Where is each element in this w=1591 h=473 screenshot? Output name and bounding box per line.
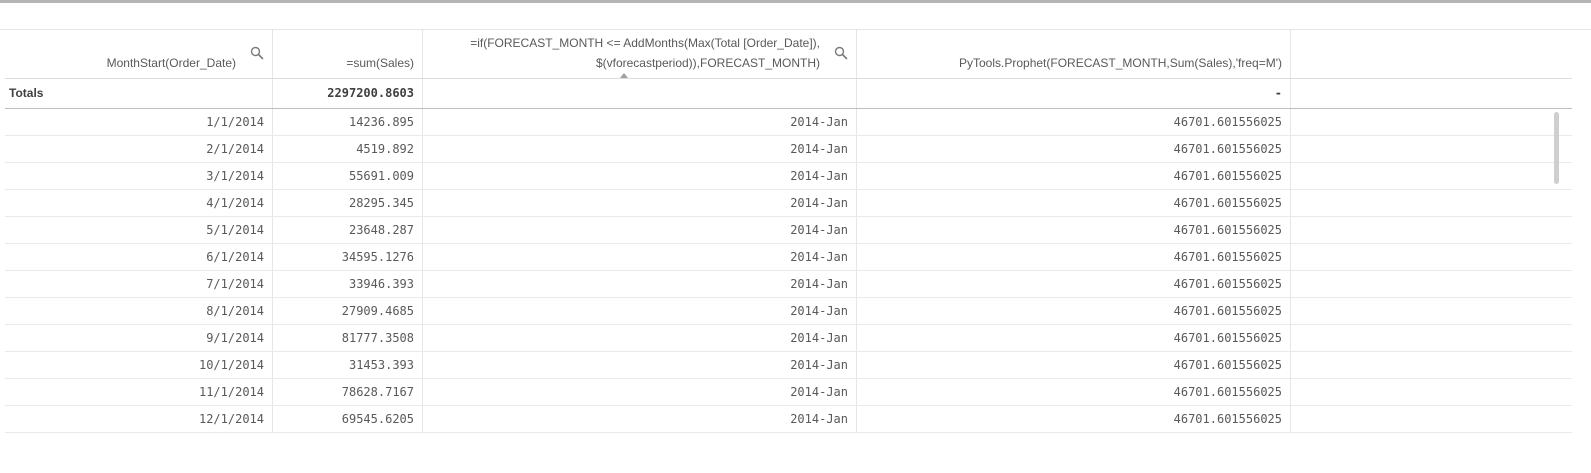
cell-prophet[interactable]: 46701.601556025 [857,244,1291,270]
cell-prophet[interactable]: 46701.601556025 [857,271,1291,297]
cell-month[interactable]: 2/1/2014 [5,136,273,162]
totals-sum-sales: 2297200.8603 [273,79,423,108]
column-header-monthstart[interactable]: MonthStart(Order_Date) [5,30,273,78]
cell-month[interactable]: 1/1/2014 [5,109,273,135]
cell-empty [1291,163,1572,189]
cell-empty [1291,136,1572,162]
cell-sales[interactable]: 27909.4685 [273,298,423,324]
totals-row: Totals 2297200.8603 - [5,79,1572,109]
cell-prophet[interactable]: 46701.601556025 [857,298,1291,324]
table-row[interactable]: 5/1/2014 23648.287 2014-Jan 46701.601556… [5,217,1572,244]
totals-label: Totals [5,79,273,108]
cell-sales[interactable]: 69545.6205 [273,406,423,432]
cell-forecast-month[interactable]: 2014-Jan [423,379,857,405]
column-header-empty [1291,30,1572,78]
column-header-label-line2: $(vforecastperiod)),FORECAST_MONTH) [595,56,820,70]
table-row[interactable]: 10/1/2014 31453.393 2014-Jan 46701.60155… [5,352,1572,379]
cell-sales[interactable]: 14236.895 [273,109,423,135]
cell-month[interactable]: 7/1/2014 [5,271,273,297]
column-header-sum-sales[interactable]: =sum(Sales) [273,30,423,78]
cell-empty [1291,190,1572,216]
cell-forecast-month[interactable]: 2014-Jan [423,163,857,189]
table-row[interactable]: 2/1/2014 4519.892 2014-Jan 46701.6015560… [5,136,1572,163]
cell-sales[interactable]: 4519.892 [273,136,423,162]
cell-sales[interactable]: 31453.393 [273,352,423,378]
cell-month[interactable]: 12/1/2014 [5,406,273,432]
cell-empty [1291,325,1572,351]
cell-month[interactable]: 9/1/2014 [5,325,273,351]
cell-month[interactable]: 5/1/2014 [5,217,273,243]
cell-forecast-month[interactable]: 2014-Jan [423,244,857,270]
cell-prophet[interactable]: 46701.601556025 [857,406,1291,432]
cell-prophet[interactable]: 46701.601556025 [857,163,1291,189]
table-row[interactable]: 8/1/2014 27909.4685 2014-Jan 46701.60155… [5,298,1572,325]
cell-forecast-month[interactable]: 2014-Jan [423,406,857,432]
column-header-label: MonthStart(Order_Date) [106,56,236,70]
cell-sales[interactable]: 78628.7167 [273,379,423,405]
cell-forecast-month[interactable]: 2014-Jan [423,136,857,162]
cell-sales[interactable]: 33946.393 [273,271,423,297]
cell-forecast-month[interactable]: 2014-Jan [423,109,857,135]
cell-month[interactable]: 4/1/2014 [5,190,273,216]
cell-month[interactable]: 8/1/2014 [5,298,273,324]
top-border-bar [0,0,1591,3]
cell-prophet[interactable]: 46701.601556025 [857,352,1291,378]
cell-prophet[interactable]: 46701.601556025 [857,109,1291,135]
cell-forecast-month[interactable]: 2014-Jan [423,217,857,243]
cell-forecast-month[interactable]: 2014-Jan [423,271,857,297]
cell-prophet[interactable]: 46701.601556025 [857,325,1291,351]
cell-empty [1291,244,1572,270]
cell-empty [1291,352,1572,378]
cell-empty [1291,109,1572,135]
totals-prophet: - [857,79,1291,108]
cell-month[interactable]: 3/1/2014 [5,163,273,189]
cell-forecast-month[interactable]: 2014-Jan [423,298,857,324]
sort-ascending-icon [620,73,628,78]
cell-forecast-month[interactable]: 2014-Jan [423,325,857,351]
cell-empty [1291,217,1572,243]
straight-table: MonthStart(Order_Date) =sum(Sales) =if(F… [5,30,1572,433]
table-row[interactable]: 6/1/2014 34595.1276 2014-Jan 46701.60155… [5,244,1572,271]
totals-forecast [423,79,857,108]
cell-forecast-month[interactable]: 2014-Jan [423,352,857,378]
cell-month[interactable]: 6/1/2014 [5,244,273,270]
cell-empty [1291,406,1572,432]
search-icon[interactable] [250,46,264,60]
cell-sales[interactable]: 28295.345 [273,190,423,216]
table-row[interactable]: 11/1/2014 78628.7167 2014-Jan 46701.6015… [5,379,1572,406]
cell-forecast-month[interactable]: 2014-Jan [423,190,857,216]
table-row[interactable]: 3/1/2014 55691.009 2014-Jan 46701.601556… [5,163,1572,190]
cell-empty [1291,298,1572,324]
column-header-label: =sum(Sales) [346,56,414,70]
cell-prophet[interactable]: 46701.601556025 [857,136,1291,162]
table-row[interactable]: 7/1/2014 33946.393 2014-Jan 46701.601556… [5,271,1572,298]
column-header-label: PyTools.Prophet(FORECAST_MONTH,Sum(Sales… [959,56,1282,70]
column-header-prophet[interactable]: PyTools.Prophet(FORECAST_MONTH,Sum(Sales… [857,30,1291,78]
table-row[interactable]: 1/1/2014 14236.895 2014-Jan 46701.601556… [5,109,1572,136]
cell-sales[interactable]: 55691.009 [273,163,423,189]
cell-empty [1291,379,1572,405]
cell-sales[interactable]: 81777.3508 [273,325,423,351]
cell-month[interactable]: 11/1/2014 [5,379,273,405]
column-header-label-line1: =if(FORECAST_MONTH <= AddMonths(Max(Tota… [470,36,820,50]
table-row[interactable]: 4/1/2014 28295.345 2014-Jan 46701.601556… [5,190,1572,217]
column-header-forecast-month[interactable]: =if(FORECAST_MONTH <= AddMonths(Max(Tota… [423,30,857,78]
cell-sales[interactable]: 23648.287 [273,217,423,243]
cell-empty [1291,271,1572,297]
cell-month[interactable]: 10/1/2014 [5,352,273,378]
totals-empty [1291,79,1572,108]
cell-prophet[interactable]: 46701.601556025 [857,190,1291,216]
table-row[interactable]: 9/1/2014 81777.3508 2014-Jan 46701.60155… [5,325,1572,352]
table-row[interactable]: 12/1/2014 69545.6205 2014-Jan 46701.6015… [5,406,1572,433]
header-row: MonthStart(Order_Date) =sum(Sales) =if(F… [5,30,1572,79]
scrollbar-thumb[interactable] [1554,112,1559,184]
cell-prophet[interactable]: 46701.601556025 [857,379,1291,405]
column-header-label: =if(FORECAST_MONTH <= AddMonths(Max(Tota… [470,33,820,73]
search-icon[interactable] [834,46,848,60]
cell-sales[interactable]: 34595.1276 [273,244,423,270]
cell-prophet[interactable]: 46701.601556025 [857,217,1291,243]
